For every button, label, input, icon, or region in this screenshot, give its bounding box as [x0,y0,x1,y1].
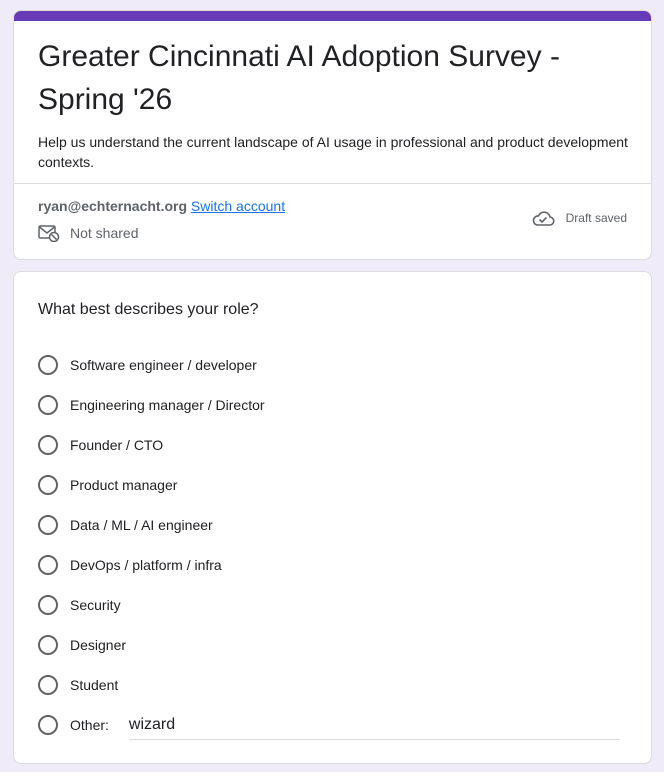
radio-button[interactable] [38,635,58,655]
option-label: Software engineer / developer [70,357,257,373]
form-title: Greater Cincinnati AI Adoption Survey - … [38,40,560,116]
mail-shared-icon [38,224,60,243]
question-title: What best describes your role? [38,301,259,318]
option-label: DevOps / platform / infra [70,557,222,573]
radio-option[interactable]: Student [38,665,628,705]
radio-option[interactable]: Security [38,585,628,625]
other-text-input[interactable] [128,710,620,740]
option-label: Security [70,597,121,613]
switch-account-link[interactable]: Switch account [191,198,285,214]
draft-status-label: Draft saved [565,211,627,225]
radio-option[interactable]: Founder / CTO [38,425,628,465]
account-email: ryan@echternacht.org [38,198,188,214]
form-header-card: Greater Cincinnati AI Adoption Survey - … [13,10,652,260]
radio-button[interactable] [38,675,58,695]
radio-option[interactable]: Product manager [38,465,628,505]
radio-option[interactable]: Designer [38,625,628,665]
question-card: What best describes your role? Software … [13,271,652,764]
divider [14,183,651,184]
radio-options: Software engineer / developer Engineerin… [38,345,628,745]
radio-button[interactable] [38,515,58,535]
radio-option-other[interactable]: Other: [38,705,628,745]
radio-option[interactable]: DevOps / platform / infra [38,545,628,585]
radio-button[interactable] [38,355,58,375]
option-label: Data / ML / AI engineer [70,517,213,533]
cloud-done-icon [531,208,555,228]
radio-button[interactable] [38,395,58,415]
accent-bar [14,11,651,21]
share-status-label: Not shared [70,225,139,241]
radio-button[interactable] [38,475,58,495]
option-label: Engineering manager / Director [70,397,265,413]
radio-button[interactable] [38,435,58,455]
radio-option[interactable]: Software engineer / developer [38,345,628,385]
radio-button[interactable] [38,555,58,575]
share-status: Not shared [38,224,139,243]
form-description: Help us understand the current landscape… [38,134,628,170]
radio-button[interactable] [38,595,58,615]
radio-option[interactable]: Data / ML / AI engineer [38,505,628,545]
radio-option[interactable]: Engineering manager / Director [38,385,628,425]
option-label: Founder / CTO [70,437,164,453]
option-label: Product manager [70,477,178,493]
option-label: Designer [70,637,127,653]
radio-button[interactable] [38,715,58,735]
account-row: ryan@echternacht.org Switch account [38,197,285,215]
option-label: Student [70,677,119,693]
other-label: Other: [70,717,109,733]
draft-status: Draft saved [531,208,627,228]
